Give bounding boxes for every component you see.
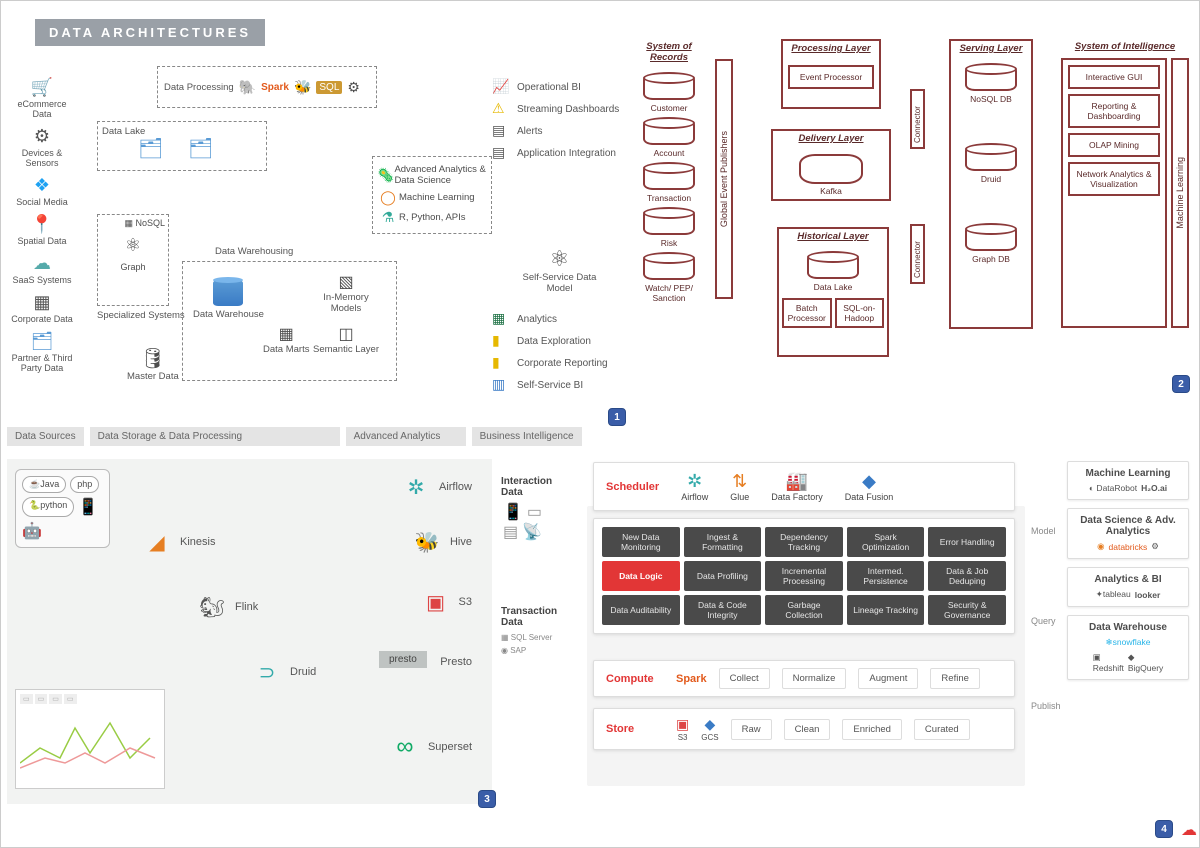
pipeline-stages: Data Sources Data Storage & Data Process… xyxy=(7,427,588,446)
grid-cell: Data Auditability xyxy=(602,595,680,625)
cloud-icon: ☁ xyxy=(1181,820,1197,840)
master-data: 🛢 Master Data xyxy=(127,346,179,382)
box-specialized: ▦ NoSQL ⚛ Graph xyxy=(97,214,169,306)
src-partner: 🗂Partner & Third Party Data xyxy=(7,330,77,373)
scheduler-card: Scheduler ✲Airflow ⇅Glue 🏭Data Factory ◆… xyxy=(593,462,1015,511)
grid-cell: Spark Optimization xyxy=(847,527,925,557)
s3: ▣S3 xyxy=(421,589,472,615)
global-event-publishers: Global Event Publishers xyxy=(715,59,733,299)
grid-cell: Incremental Processing xyxy=(765,561,843,591)
superset: ∞Superset xyxy=(390,734,472,760)
box-data-lake: Data Lake 🗂 🗂 xyxy=(97,121,267,171)
operational-outputs: 📈Operational BI ⚠Streaming Dashboards ▤A… xyxy=(492,74,622,166)
hive: 🐝Hive xyxy=(412,529,472,555)
grid-cell: Data Profiling xyxy=(684,561,762,591)
box-data-processing: Data Processing 🐘Spark🐝SQL⚙ xyxy=(157,66,377,108)
badge-3: 3 xyxy=(478,790,496,808)
self-service-model: ⚛Self-Service Data Model xyxy=(517,246,602,294)
grid-cell: Garbage Collection xyxy=(765,595,843,625)
tool-datafusion: ◆Data Fusion xyxy=(845,471,894,502)
kinesis: ◢Kinesis xyxy=(142,529,215,555)
box-advanced-analytics: 🦠Advanced Analytics & Data Science ◯Mach… xyxy=(372,156,492,234)
box-warehousing: Data Warehouse ▦Data Marts ▧In-Memory Mo… xyxy=(182,261,397,381)
tool-glue: ⇅Glue xyxy=(730,471,749,502)
right-stack: Machine Learning◐ DataRobotH₂O.ai Data S… xyxy=(1067,461,1189,688)
bi-outputs: ▦Analytics ▮Data Exploration ▮Corporate … xyxy=(492,306,622,398)
diagram-2: System of Records Customer Account Trans… xyxy=(629,29,1194,389)
link-publish: Publish xyxy=(1031,701,1061,711)
badge-1: 1 xyxy=(608,408,626,426)
link-model: Model xyxy=(1031,526,1056,536)
grid-cell: Data & Code Integrity xyxy=(684,595,762,625)
tool-airflow: ✲Airflow xyxy=(681,471,708,502)
diagram-1: 🛒eCommerce Data ⚙Devices & Sensors ❖Soci… xyxy=(7,56,622,446)
tool-datafactory: 🏭Data Factory xyxy=(771,471,823,502)
flink: 🐿Flink xyxy=(197,594,258,620)
connector-2: Connector xyxy=(910,224,925,284)
airflow: ✲Airflow xyxy=(401,474,472,500)
col-serving: Serving Layer NoSQL DB Druid Graph DB xyxy=(949,39,1033,329)
grid-cell: Data & Job Deduping xyxy=(928,561,1006,591)
grid-cell: New Data Monitoring xyxy=(602,527,680,557)
page-title: DATA ARCHITECTURES xyxy=(35,19,265,46)
source-languages: ☕Javaphp 🐍python 📱🤖 xyxy=(15,469,110,548)
link-query: Query xyxy=(1031,616,1056,626)
grid-cell: Lineage Tracking xyxy=(847,595,925,625)
grid-cell: Security & Governance xyxy=(928,595,1006,625)
col-delivery: Delivery Layer Kafka xyxy=(771,129,891,201)
grid-cell: Ingest & Formatting xyxy=(684,527,762,557)
druid: ⊃Druid xyxy=(252,659,316,685)
capabilities-grid: New Data MonitoringIngest & FormattingDe… xyxy=(593,518,1015,634)
card-bi: Analytics & BI✦tableaulooker xyxy=(1067,567,1189,607)
data-warehouse: Data Warehouse xyxy=(193,280,264,320)
card-ds: Data Science & Adv. Analytics◉databricks… xyxy=(1067,508,1189,559)
data-sources-column: 🛒eCommerce Data ⚙Devices & Sensors ❖Soci… xyxy=(7,76,77,379)
card-ml: Machine Learning◐ DataRobotH₂O.ai xyxy=(1067,461,1189,500)
dashboard-thumbnail: ▭▭▭▭ xyxy=(15,689,165,789)
transaction-data: Transaction Data ▦ SQL Server ◉ SAP xyxy=(501,606,573,658)
col-soi: System of Intelligence Interactive GUI R… xyxy=(1061,39,1189,339)
col-processing: Processing Layer Event Processor xyxy=(781,39,881,109)
store-lane: Store ▣S3 ◆GCS Raw Clean Enriched Curate… xyxy=(593,708,1015,750)
card-dw: Data Warehouse❄snowflake▣Redshift◆BigQue… xyxy=(1067,615,1189,680)
diagram-3: ☕Javaphp 🐍python 📱🤖 ◢Kinesis 🐿Flink ⊃Dru… xyxy=(7,459,492,804)
src-social: ❖Social Media xyxy=(7,174,77,207)
src-ecommerce: 🛒eCommerce Data xyxy=(7,76,77,119)
badge-2: 2 xyxy=(1172,375,1190,393)
badge-4: 4 xyxy=(1155,820,1173,838)
compute-lane: Compute Spark Collect Normalize Augment … xyxy=(593,660,1015,697)
interaction-data: Interaction Data 📱▭ ▤📡 xyxy=(501,476,573,542)
grid-cell: Error Handling xyxy=(928,527,1006,557)
grid-cell: Data Logic xyxy=(602,561,680,591)
col-system-of-records: System of Records Customer Account Trans… xyxy=(629,39,709,319)
grid-cell: Dependency Tracking xyxy=(765,527,843,557)
src-spatial: 📍Spatial Data xyxy=(7,213,77,246)
grid-cell: Intermed. Persistence xyxy=(847,561,925,591)
src-corporate: ▦Corporate Data xyxy=(7,291,77,324)
connector-1: Connector xyxy=(910,89,925,149)
presto: Presto xyxy=(402,649,472,675)
col-historical: Historical Layer Data Lake Batch Process… xyxy=(777,227,889,357)
src-saas: ☁SaaS Systems xyxy=(7,252,77,285)
src-devices: ⚙Devices & Sensors xyxy=(7,125,77,168)
diagram-4: Interaction Data 📱▭ ▤📡 Transaction Data … xyxy=(501,456,1193,846)
